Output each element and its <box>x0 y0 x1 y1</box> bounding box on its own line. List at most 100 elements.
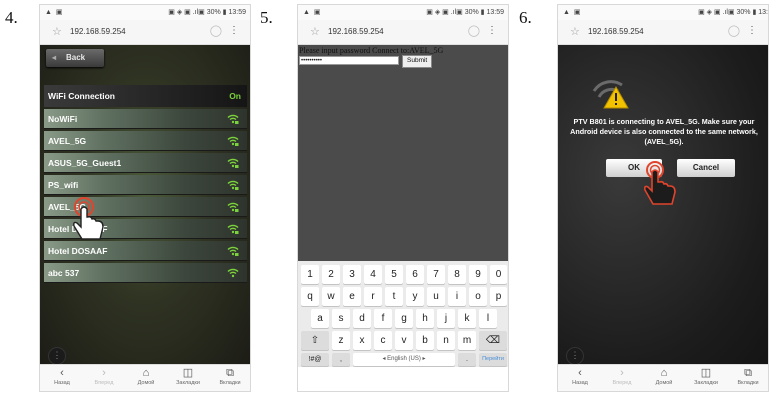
period-key[interactable]: . <box>458 353 476 366</box>
forward-icon: › <box>102 367 106 379</box>
back-button[interactable]: ◂ Back <box>46 49 104 67</box>
key[interactable]: q <box>301 287 319 306</box>
wifi-status[interactable]: On <box>229 85 241 107</box>
key[interactable]: c <box>374 331 392 350</box>
reload-icon[interactable]: ◯ <box>210 24 222 37</box>
key[interactable]: i <box>448 287 466 306</box>
key[interactable]: o <box>469 287 487 306</box>
bookmark-star-icon[interactable]: ☆ <box>52 25 62 38</box>
step-number-5: 5. <box>260 8 273 27</box>
step-number-6: 6. <box>519 8 532 27</box>
wifi-warning-icon <box>592 80 629 109</box>
soft-keyboard: 1 2 3 4 5 6 7 8 9 0 q w e r t y u i o p … <box>298 261 508 367</box>
key[interactable]: t <box>385 287 403 306</box>
key[interactable]: 7 <box>427 265 445 284</box>
key[interactable]: 1 <box>301 265 319 284</box>
wifi-network-row[interactable]: abc 537 <box>44 263 247 283</box>
browser-url-bar[interactable]: ☆ 192.168.59.254 ◯ ⋮ <box>558 20 768 45</box>
wifi-lock-icon <box>227 202 239 212</box>
status-bar: ▲ ▣ ▣ ◈ ▣ .ıl▣ 30% ▮ 13: <box>558 5 768 20</box>
key[interactable]: b <box>416 331 434 350</box>
submit-button[interactable]: Submit <box>402 55 433 68</box>
key[interactable]: e <box>343 287 361 306</box>
password-page: Please input password Connect to:AVEL_5G… <box>298 45 508 367</box>
bookmark-star-icon[interactable]: ☆ <box>310 25 320 38</box>
browser-nav-bar: ‹ Назад › Вперед ⌂ Домой ◫ Закладки ⧉ Вкладки <box>40 364 250 391</box>
key[interactable]: 8 <box>448 265 466 284</box>
wifi-network-row[interactable]: ASUS_5G_Guest1 <box>44 153 247 173</box>
symbols-key[interactable]: !#@ <box>301 353 329 366</box>
phone-wifi-list: ▲ ▣ ▣ ◈ ▣ .ıl▣ 30% ▮ 13:59 ☆ 192.168.59.… <box>39 4 251 392</box>
key[interactable]: v <box>395 331 413 350</box>
reload-icon[interactable]: ◯ <box>468 24 480 37</box>
wifi-lock-icon <box>227 246 239 256</box>
wifi-page: ◂ Back WiFi Connection On NoWiFi AVEL_5G… <box>40 45 250 367</box>
key[interactable]: 0 <box>490 265 507 284</box>
key[interactable]: f <box>374 309 392 328</box>
nav-home[interactable]: ⌂ Домой <box>644 366 684 386</box>
nav-forward[interactable]: › Вперед <box>84 366 124 386</box>
key[interactable]: n <box>437 331 455 350</box>
key[interactable]: r <box>364 287 382 306</box>
nav-forward[interactable]: › Вперед <box>602 366 642 386</box>
nav-back[interactable]: ‹ Назад <box>42 366 82 386</box>
reload-icon[interactable]: ◯ <box>728 24 740 37</box>
url-text[interactable]: 192.168.59.254 <box>70 27 126 36</box>
nav-tabs[interactable]: ⧉ Вкладки <box>728 366 768 386</box>
key[interactable]: u <box>427 287 445 306</box>
key[interactable]: l <box>479 309 497 328</box>
url-text[interactable]: 192.168.59.254 <box>328 27 384 36</box>
nav-back[interactable]: ‹ Назад <box>560 366 600 386</box>
shift-key[interactable]: ⇧ <box>301 331 329 350</box>
more-options-button[interactable]: ⋮ <box>48 347 66 365</box>
go-key[interactable]: Перейти <box>479 353 507 366</box>
key[interactable]: j <box>437 309 455 328</box>
key[interactable]: h <box>416 309 434 328</box>
key[interactable]: 3 <box>343 265 361 284</box>
key[interactable]: p <box>490 287 507 306</box>
key[interactable]: s <box>332 309 350 328</box>
password-input[interactable]: •••••••••• <box>299 56 399 65</box>
dialog-message: PTV B801 is connecting to AVEL_5G. Make … <box>570 117 758 146</box>
comma-key[interactable]: , <box>332 353 350 366</box>
wifi-network-row[interactable]: AVEL_5G <box>44 131 247 151</box>
key[interactable]: z <box>332 331 350 350</box>
nav-bookmarks[interactable]: ◫ Закладки <box>168 366 208 386</box>
wifi-connection-header: WiFi Connection On <box>44 85 247 107</box>
nav-bookmarks[interactable]: ◫ Закладки <box>686 366 726 386</box>
nav-home[interactable]: ⌂ Домой <box>126 366 166 386</box>
key[interactable]: 2 <box>322 265 340 284</box>
key[interactable]: m <box>458 331 476 350</box>
bookmark-star-icon[interactable]: ☆ <box>570 25 580 38</box>
menu-dots-icon[interactable]: ⋮ <box>487 25 497 36</box>
wifi-network-row[interactable]: PS_wifi <box>44 175 247 195</box>
key[interactable]: d <box>353 309 371 328</box>
key[interactable]: w <box>322 287 340 306</box>
url-text[interactable]: 192.168.59.254 <box>588 27 644 36</box>
key[interactable]: x <box>353 331 371 350</box>
phone-password: ▲ ▣ ▣ ◈ ▣ .ıl▣ 30% ▮ 13:59 ☆ 192.168.59.… <box>297 4 509 392</box>
nav-tabs[interactable]: ⧉ Вкладки <box>210 366 250 386</box>
bookmarks-icon: ◫ <box>182 367 194 379</box>
wifi-lock-icon <box>227 136 239 146</box>
key[interactable]: 6 <box>406 265 424 284</box>
browser-url-bar[interactable]: ☆ 192.168.59.254 ◯ ⋮ <box>298 20 508 45</box>
key[interactable]: 4 <box>364 265 382 284</box>
key[interactable]: g <box>395 309 413 328</box>
step-number-4: 4. <box>5 8 18 27</box>
key[interactable]: a <box>311 309 329 328</box>
key[interactable]: y <box>406 287 424 306</box>
key[interactable]: 9 <box>469 265 487 284</box>
key[interactable]: k <box>458 309 476 328</box>
more-options-button[interactable]: ⋮ <box>566 347 584 365</box>
key[interactable]: 5 <box>385 265 403 284</box>
wifi-lock-icon <box>227 224 239 234</box>
wifi-network-row[interactable]: NoWiFi <box>44 109 247 129</box>
confirm-page: PTV B801 is connecting to AVEL_5G. Make … <box>558 45 768 367</box>
menu-dots-icon[interactable]: ⋮ <box>747 25 757 36</box>
menu-dots-icon[interactable]: ⋮ <box>229 25 239 36</box>
forward-icon: › <box>620 367 624 379</box>
space-key[interactable]: ◂ English (US) ▸ <box>353 353 455 366</box>
browser-url-bar[interactable]: ☆ 192.168.59.254 ◯ ⋮ <box>40 20 250 45</box>
backspace-key[interactable]: ⌫ <box>479 331 507 350</box>
